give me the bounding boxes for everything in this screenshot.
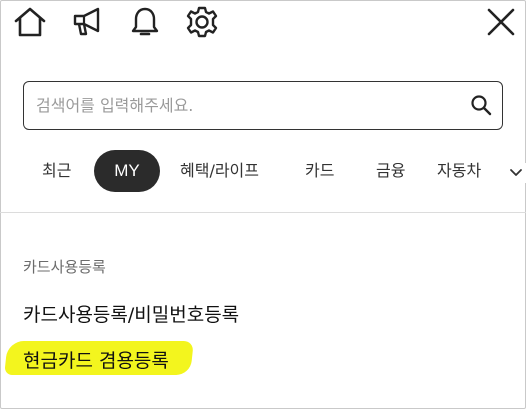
- search-input[interactable]: [36, 82, 466, 128]
- tab-card[interactable]: 카드: [305, 150, 334, 192]
- tab-recent[interactable]: 최근: [42, 150, 71, 192]
- cash-card-registration-link[interactable]: 현금카드 겸용등록: [23, 346, 169, 373]
- tab-auto[interactable]: 자동차: [437, 150, 481, 192]
- gear-icon[interactable]: [184, 4, 220, 40]
- section-label: 카드사용등록: [23, 258, 106, 276]
- tab-my[interactable]: MY: [94, 150, 160, 192]
- card-registration-link[interactable]: 카드사용등록/비밀번호등록: [23, 300, 239, 327]
- top-bar: [0, 0, 526, 50]
- bell-icon[interactable]: [127, 4, 163, 40]
- tab-benefits-life[interactable]: 혜택/라이프: [180, 150, 259, 192]
- chevron-down-icon[interactable]: [506, 163, 526, 183]
- megaphone-icon[interactable]: [70, 4, 106, 40]
- category-tabs: 최근 MY 혜택/라이프 카드 금융 자동차: [0, 150, 526, 194]
- home-icon[interactable]: [12, 4, 48, 40]
- search-box: [23, 81, 503, 130]
- search-icon[interactable]: [468, 92, 494, 118]
- close-icon[interactable]: [483, 4, 519, 40]
- tab-finance[interactable]: 금융: [376, 150, 405, 192]
- divider: [0, 212, 526, 213]
